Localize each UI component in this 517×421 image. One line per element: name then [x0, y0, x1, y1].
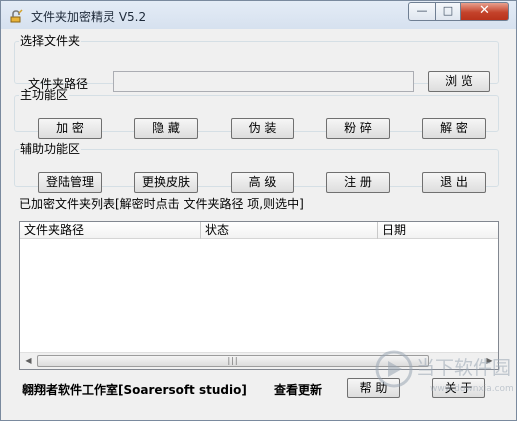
login-manage-button[interactable]: 登陆管理	[38, 172, 102, 193]
close-button[interactable]: ✕	[461, 2, 509, 21]
advanced-button[interactable]: 高 级	[231, 172, 294, 193]
select-folder-group: 选择文件夹 文件夹路径 浏 览	[14, 34, 499, 92]
scroll-thumb[interactable]: |||	[37, 355, 429, 367]
change-skin-button[interactable]: 更换皮肤	[134, 172, 198, 193]
list-header: 文件夹路径 状态 日期	[20, 222, 498, 239]
minimize-button[interactable]: —	[408, 2, 435, 21]
maximize-button[interactable]: □	[435, 2, 461, 21]
decrypt-button[interactable]: 解 密	[422, 118, 486, 139]
scroll-left-arrow-icon[interactable]: ◀	[20, 353, 37, 369]
encrypt-button[interactable]: 加 密	[38, 118, 102, 139]
aux-function-legend: 辅助功能区	[20, 142, 81, 156]
aux-function-group: 辅助功能区 登陆管理 更换皮肤 高 级 注 册 退 出	[14, 142, 499, 193]
register-button[interactable]: 注 册	[326, 172, 390, 193]
exit-button[interactable]: 退 出	[422, 172, 486, 193]
shred-button[interactable]: 粉 碎	[326, 118, 390, 139]
encrypted-list-legend: 已加密文件夹列表[解密时点击 文件夹路径 项,则选中]	[19, 197, 304, 211]
client-area: 选择文件夹 文件夹路径 浏 览 主功能区 加 密 隐 藏 伪 装 粉 碎 解 密…	[9, 29, 509, 414]
column-status[interactable]: 状态	[201, 222, 378, 239]
column-folder-path[interactable]: 文件夹路径	[20, 222, 201, 239]
about-button[interactable]: 关 于	[432, 378, 485, 398]
title-bar[interactable]: 文件夹加密精灵 V5.2 — □ ✕	[1, 1, 516, 29]
app-lock-icon	[8, 8, 24, 24]
main-function-group: 主功能区 加 密 隐 藏 伪 装 粉 碎 解 密	[14, 88, 499, 139]
app-window: 文件夹加密精灵 V5.2 — □ ✕ 选择文件夹 文件夹路径 浏 览 主功能区 …	[0, 0, 517, 421]
encrypted-folder-list[interactable]: 文件夹路径 状态 日期 ◀ ||| ▶	[19, 221, 499, 370]
column-date[interactable]: 日期	[378, 222, 498, 239]
select-folder-legend: 选择文件夹	[20, 34, 81, 48]
window-title: 文件夹加密精灵 V5.2	[31, 10, 147, 24]
check-update-link[interactable]: 查看更新	[274, 381, 322, 398]
main-function-legend: 主功能区	[20, 88, 69, 102]
scroll-right-arrow-icon[interactable]: ▶	[481, 353, 498, 369]
hide-button[interactable]: 隐 藏	[134, 118, 198, 139]
studio-credit: 翱翔者软件工作室[Soarersoft studio]	[22, 383, 247, 397]
help-button[interactable]: 帮 助	[347, 378, 400, 398]
disguise-button[interactable]: 伪 装	[231, 118, 294, 139]
horizontal-scrollbar[interactable]: ◀ ||| ▶	[20, 352, 498, 369]
